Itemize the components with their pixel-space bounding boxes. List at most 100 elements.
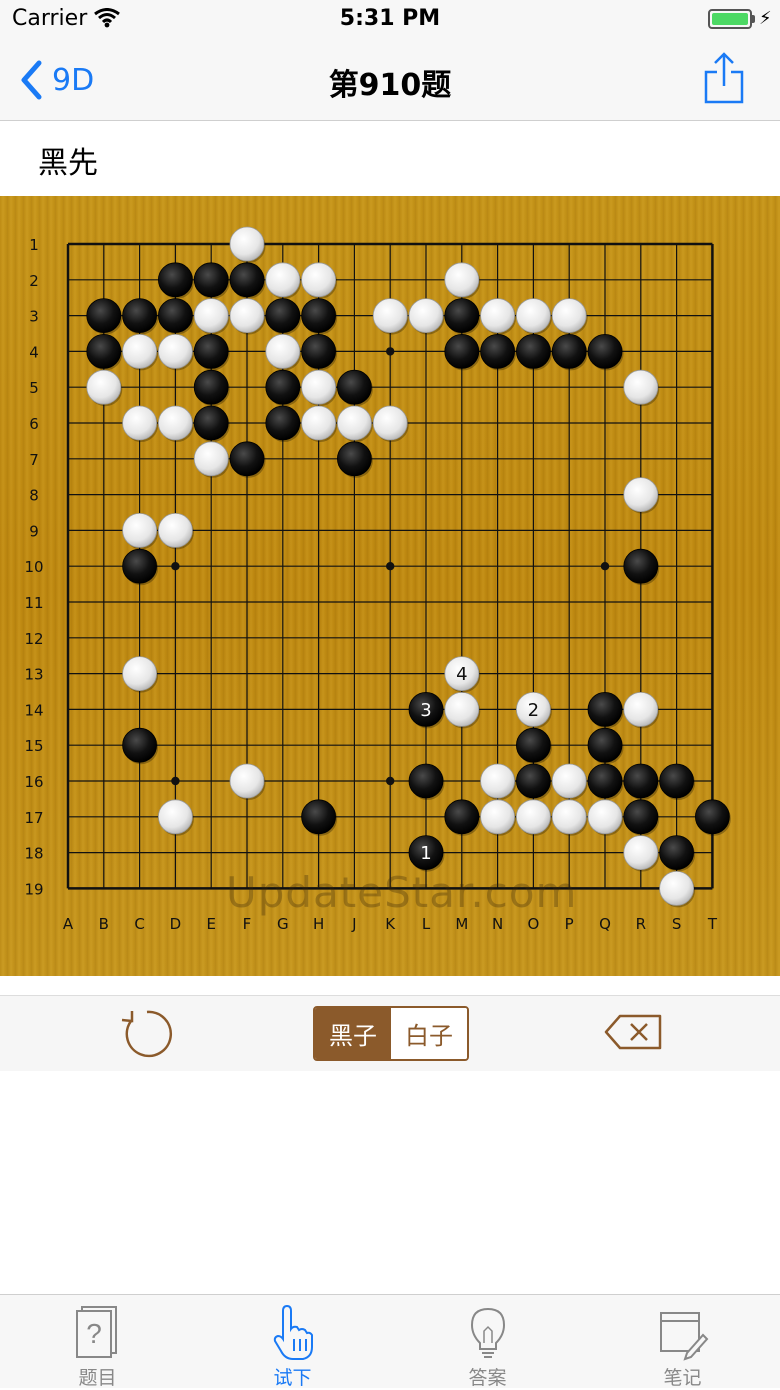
row-label: 4 bbox=[29, 343, 39, 361]
battery-icon bbox=[708, 9, 752, 29]
black-stone bbox=[86, 333, 123, 371]
black-stone bbox=[695, 799, 731, 836]
black-stone bbox=[587, 763, 624, 800]
problem-prompt: 黑先 bbox=[38, 146, 98, 181]
row-label: 10 bbox=[24, 558, 43, 576]
tab-label: 题目 bbox=[78, 1367, 117, 1389]
status-time: 5:31 PM bbox=[339, 6, 441, 31]
tab-label: 笔记 bbox=[663, 1367, 702, 1389]
battery-tip bbox=[752, 15, 755, 23]
black-stone bbox=[623, 548, 660, 586]
white-stone bbox=[408, 298, 445, 335]
go-board-canvas[interactable]: 12345678910111213141516171819A B C D E F G H J K L… bbox=[0, 196, 780, 976]
white-stone-option[interactable]: 白子 bbox=[391, 1008, 467, 1059]
row-label: 15 bbox=[24, 737, 43, 755]
row-label: 12 bbox=[24, 630, 43, 648]
navigation-bar: 9D 第910题 bbox=[0, 40, 780, 121]
black-stone bbox=[336, 441, 373, 478]
white-stone bbox=[551, 763, 588, 800]
white-stone bbox=[516, 799, 552, 836]
black-stone bbox=[587, 727, 624, 765]
go-board[interactable]: 1 2 3 4 5 6 7 8 9 10 11 12 13 14 15 16 17 18 19 A B C D E F G H J K L… bbox=[0, 196, 780, 976]
white-stone bbox=[229, 226, 266, 263]
stone-color-selector: 黑子 白子 bbox=[313, 1006, 469, 1061]
white-stone bbox=[516, 298, 552, 335]
tab-try-play[interactable]: 试下 bbox=[195, 1295, 390, 1389]
white-stone bbox=[623, 692, 660, 729]
white-stone bbox=[551, 799, 588, 836]
column-label: T bbox=[707, 915, 718, 933]
black-stone bbox=[265, 405, 302, 442]
black-stone bbox=[516, 763, 552, 800]
row-label: 2 bbox=[29, 272, 39, 290]
white-stone bbox=[659, 871, 696, 908]
black-stone bbox=[301, 298, 338, 335]
black-stone bbox=[408, 763, 445, 800]
white-stone bbox=[301, 369, 338, 407]
black-stone bbox=[122, 548, 159, 586]
row-label: 1 bbox=[29, 236, 39, 254]
notepad-pencil-icon bbox=[660, 1312, 709, 1361]
black-stone bbox=[516, 727, 552, 765]
lightbulb-icon bbox=[470, 1307, 506, 1358]
star-point bbox=[386, 347, 395, 356]
black-stone bbox=[659, 835, 696, 872]
white-stone bbox=[480, 763, 517, 800]
row-label: 11 bbox=[24, 594, 43, 612]
tab-answer[interactable]: 答案 bbox=[390, 1295, 585, 1389]
tab-label: 答案 bbox=[468, 1367, 507, 1389]
column-label: P bbox=[565, 915, 574, 933]
column-label: R bbox=[636, 915, 646, 933]
white-stone: 4 bbox=[444, 656, 481, 693]
reset-icon[interactable] bbox=[118, 1008, 176, 1060]
row-label: 18 bbox=[24, 845, 43, 863]
delete-backspace-icon[interactable] bbox=[604, 1014, 662, 1050]
move-number-label: 4 bbox=[456, 664, 467, 685]
column-label: D bbox=[170, 915, 182, 933]
move-number-label: 3 bbox=[420, 700, 431, 721]
move-number-label: 1 bbox=[420, 843, 431, 864]
black-stone bbox=[480, 333, 517, 371]
share-icon[interactable] bbox=[700, 50, 748, 106]
page-title: 第910题 bbox=[328, 68, 452, 103]
column-label: E bbox=[206, 915, 215, 933]
row-label: 5 bbox=[29, 379, 39, 397]
black-stone bbox=[193, 262, 230, 299]
white-stone bbox=[301, 262, 338, 299]
star-point bbox=[171, 776, 180, 786]
black-stone-option[interactable]: 黑子 bbox=[315, 1008, 391, 1059]
white-stone: 2 bbox=[516, 692, 552, 729]
column-label: H bbox=[313, 915, 324, 933]
white-stone bbox=[229, 298, 266, 335]
charging-bolt-icon: ⚡ bbox=[759, 8, 772, 29]
white-stone bbox=[157, 799, 194, 836]
white-stone bbox=[623, 369, 660, 407]
white-stone bbox=[551, 298, 588, 335]
black-stone bbox=[122, 727, 159, 765]
star-point bbox=[600, 562, 610, 571]
tab-notes[interactable]: 笔记 bbox=[585, 1295, 780, 1389]
column-label: J bbox=[351, 915, 356, 933]
white-stone bbox=[122, 405, 159, 442]
black-stone bbox=[587, 692, 624, 729]
column-label: C bbox=[134, 915, 144, 933]
black-stone bbox=[336, 369, 373, 407]
star-point bbox=[171, 562, 180, 571]
white-stone bbox=[122, 656, 159, 693]
black-stone: 3 bbox=[408, 692, 445, 729]
white-stone bbox=[193, 298, 230, 335]
tab-problem[interactable]: ? 题目 bbox=[0, 1295, 195, 1389]
row-label: 19 bbox=[24, 880, 43, 898]
white-stone bbox=[157, 405, 194, 442]
white-stone bbox=[480, 298, 517, 335]
black-stone bbox=[265, 369, 302, 407]
star-point bbox=[386, 776, 395, 786]
column-label: F bbox=[243, 915, 252, 933]
black-stone bbox=[301, 333, 338, 371]
column-label: Q bbox=[599, 915, 611, 933]
black-stone bbox=[516, 333, 552, 371]
black-stone bbox=[444, 298, 481, 335]
black-stone bbox=[86, 298, 123, 335]
white-stone bbox=[265, 262, 302, 299]
move-number-label: 2 bbox=[528, 700, 539, 721]
